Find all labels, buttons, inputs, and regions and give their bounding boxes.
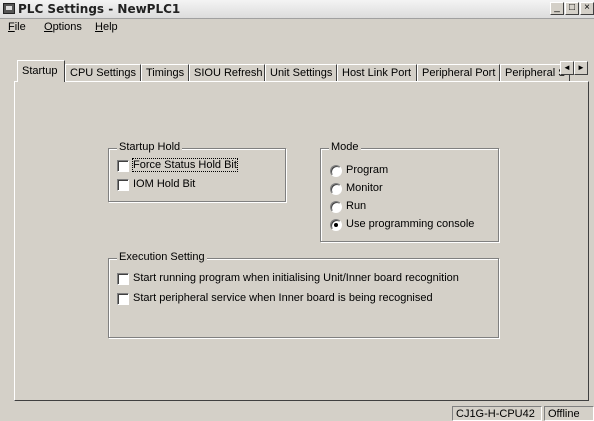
status-device: CJ1G-H-CPU42 <box>452 406 542 421</box>
execution-setting-title: Execution Setting <box>117 251 207 263</box>
menu-bar: File Options Help <box>0 19 594 36</box>
menu-help-accel: H <box>95 21 103 33</box>
mode-monitor-radio[interactable] <box>330 183 342 195</box>
menu-file-accel: F <box>8 21 15 33</box>
startup-hold-group: Startup Hold <box>108 141 286 202</box>
mode-run-label[interactable]: Run <box>346 200 366 212</box>
menu-options[interactable]: Options <box>44 21 82 33</box>
start-peripheral-service-checkbox[interactable] <box>117 293 129 305</box>
menu-help[interactable]: Help <box>95 21 118 33</box>
tab-siou-refresh[interactable]: SIOU Refresh <box>189 64 265 81</box>
tab-scroll-right-icon[interactable]: ► <box>574 61 588 75</box>
menu-options-rest: ptions <box>52 21 82 33</box>
start-peripheral-service-label[interactable]: Start peripheral service when Inner boar… <box>133 292 433 304</box>
minimize-button[interactable]: _ <box>550 2 564 15</box>
plc-app-icon[interactable] <box>3 3 15 14</box>
tab-host-link-port[interactable]: Host Link Port <box>337 64 417 81</box>
menu-help-rest: elp <box>102 21 118 33</box>
tab-cpu-settings[interactable]: CPU Settings <box>65 64 141 81</box>
close-button[interactable]: × <box>580 2 594 15</box>
tab-scroll-left-icon[interactable]: ◄ <box>560 61 574 75</box>
iom-hold-bit-checkbox[interactable] <box>117 179 129 191</box>
start-running-program-label[interactable]: Start running program when initialising … <box>133 272 459 284</box>
iom-hold-bit-label[interactable]: IOM Hold Bit <box>133 178 195 190</box>
menu-file-rest: ile <box>14 21 26 33</box>
tab-startup[interactable]: Startup <box>17 60 65 82</box>
status-connection: Offline <box>544 406 594 421</box>
tab-timings[interactable]: Timings <box>141 64 189 81</box>
force-status-hold-bit-checkbox[interactable] <box>117 160 129 172</box>
startup-hold-title: Startup Hold <box>117 141 183 153</box>
menu-options-accel: O <box>44 21 53 33</box>
force-status-hold-bit-label[interactable]: Force Status Hold Bit <box>132 158 238 172</box>
menu-file[interactable]: File <box>8 21 26 33</box>
mode-monitor-label[interactable]: Monitor <box>346 182 383 194</box>
mode-use-programming-console-label[interactable]: Use programming console <box>346 218 474 230</box>
mode-use-programming-console-radio[interactable] <box>330 219 342 231</box>
mode-title: Mode <box>329 141 361 153</box>
status-bar: CJ1G-H-CPU42 Offline <box>0 405 594 421</box>
tab-peripheral-port[interactable]: Peripheral Port <box>417 64 500 81</box>
mode-run-radio[interactable] <box>330 201 342 213</box>
mode-program-radio[interactable] <box>330 165 342 177</box>
window-title: PLC Settings - NewPLC1 <box>18 2 181 16</box>
title-bar[interactable]: PLC Settings - NewPLC1 _ □ × <box>0 0 594 19</box>
startup-panel <box>14 81 589 401</box>
start-running-program-checkbox[interactable] <box>117 273 129 285</box>
mode-program-label[interactable]: Program <box>346 164 388 176</box>
tab-unit-settings[interactable]: Unit Settings <box>265 64 337 81</box>
maximize-button[interactable]: □ <box>565 2 579 15</box>
tab-strip: Startup CPU Settings Timings SIOU Refres… <box>0 60 594 82</box>
